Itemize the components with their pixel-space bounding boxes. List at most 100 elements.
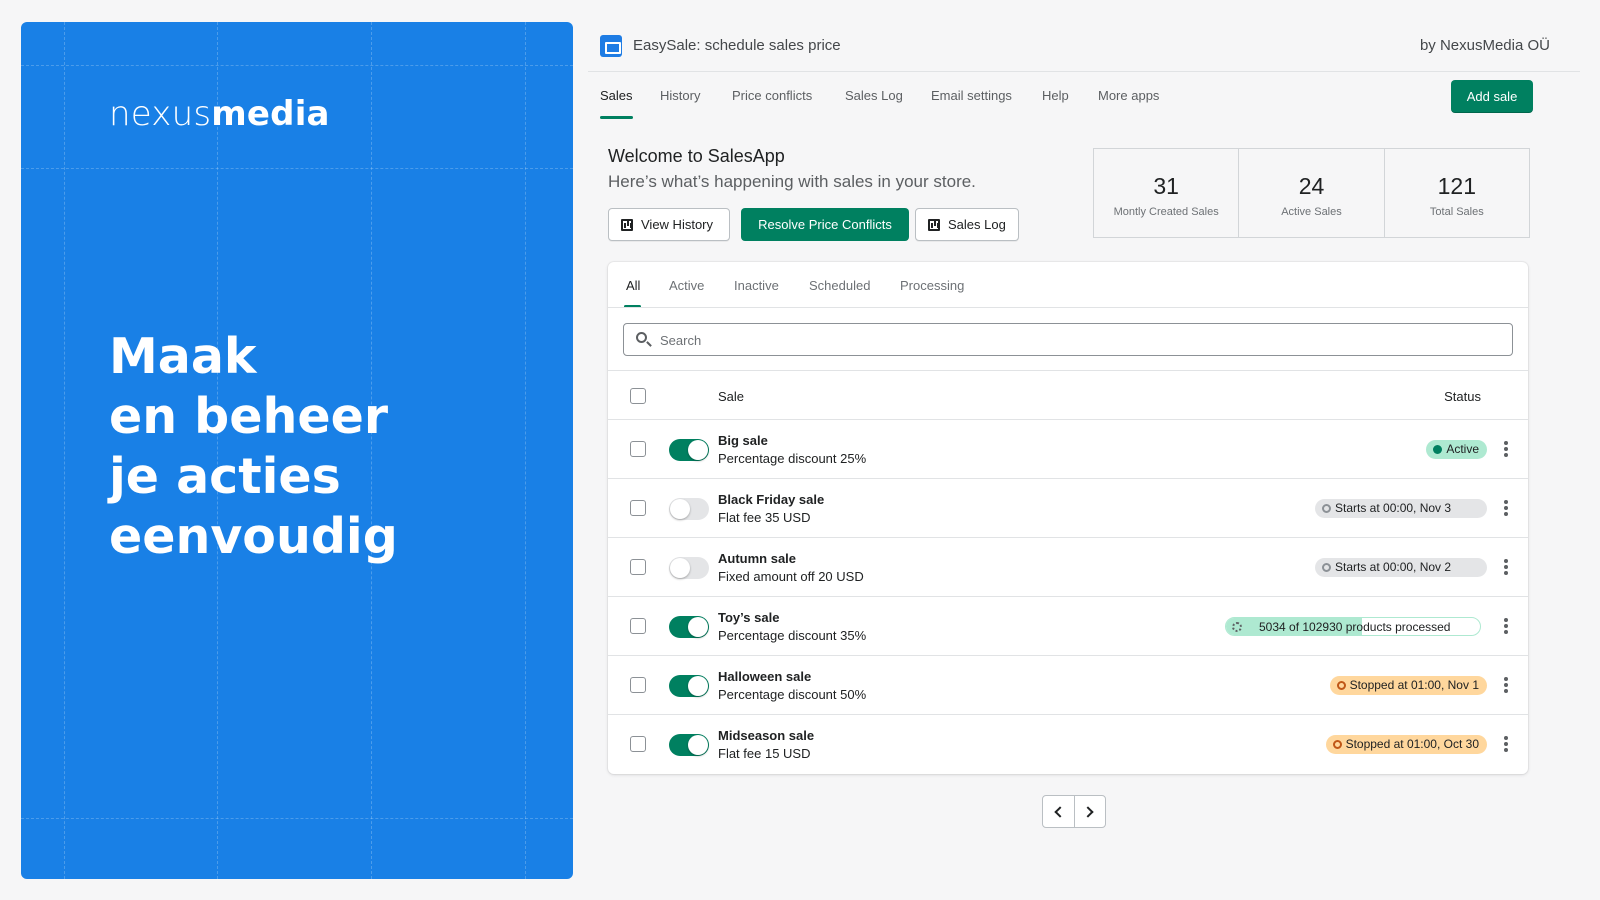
app-developer: by NexusMedia OÜ bbox=[1419, 37, 1550, 54]
sale-toggle[interactable] bbox=[669, 498, 709, 520]
grid-line bbox=[21, 818, 573, 819]
row-checkbox[interactable] bbox=[630, 677, 646, 693]
stat-label: Montly Created Sales bbox=[1113, 206, 1219, 218]
filter-tab-scheduled[interactable]: Scheduled bbox=[809, 278, 870, 293]
pagination bbox=[1042, 795, 1106, 828]
status-badge: Starts at 00:00, Nov 3 bbox=[1315, 499, 1487, 518]
stat-label: Total Sales bbox=[1429, 206, 1484, 218]
table-header: Sale Status bbox=[608, 370, 1528, 420]
sale-description: Percentage discount 50% bbox=[718, 687, 867, 702]
sale-title: Toy’s sale bbox=[718, 610, 780, 625]
app-header: EasySale: schedule sales price by NexusM… bbox=[588, 22, 1580, 72]
sale-toggle[interactable] bbox=[669, 616, 709, 638]
sales-log-button[interactable]: Sales Log bbox=[915, 208, 1019, 241]
table-row: Toy’s sale Percentage discount 35% 5034 … bbox=[608, 597, 1528, 656]
more-actions-icon[interactable] bbox=[1504, 441, 1508, 458]
table-row: Halloween sale Percentage discount 50% S… bbox=[608, 656, 1528, 715]
row-checkbox[interactable] bbox=[630, 559, 646, 575]
search-icon bbox=[636, 332, 647, 343]
filter-tab-processing[interactable]: Processing bbox=[900, 278, 964, 293]
sale-toggle[interactable] bbox=[669, 675, 709, 697]
sale-description: Fixed amount off 20 USD bbox=[718, 569, 864, 584]
sale-title: Black Friday sale bbox=[718, 492, 825, 507]
more-actions-icon[interactable] bbox=[1504, 500, 1508, 517]
previous-page-button[interactable] bbox=[1043, 796, 1075, 827]
app-title: EasySale: schedule sales price bbox=[633, 37, 841, 54]
add-sale-button[interactable]: Add sale bbox=[1451, 80, 1533, 113]
progress-text: 5034 of 102930 products processed bbox=[1259, 620, 1451, 634]
more-actions-icon[interactable] bbox=[1504, 559, 1508, 576]
grid-line bbox=[21, 65, 573, 66]
filter-tab-active[interactable]: Active bbox=[669, 278, 704, 293]
view-history-button[interactable]: View History bbox=[608, 208, 730, 241]
sale-description: Flat fee 35 USD bbox=[718, 510, 811, 525]
stat-monthly-created: 31 Montly Created Sales bbox=[1094, 149, 1240, 237]
status-badge: Stopped at 01:00, Oct 30 bbox=[1325, 735, 1487, 754]
select-all-checkbox[interactable] bbox=[630, 388, 646, 404]
stat-value: 24 bbox=[1298, 173, 1325, 199]
headline-line: en beheer bbox=[109, 388, 388, 445]
sale-toggle[interactable] bbox=[669, 557, 709, 579]
more-actions-icon[interactable] bbox=[1504, 618, 1508, 635]
chevron-left-icon bbox=[1054, 806, 1066, 818]
search-input[interactable]: Search bbox=[623, 323, 1513, 356]
stat-label: Active Sales bbox=[1281, 206, 1342, 218]
promo-panel: nexusmedia Maak en beheer je acties eenv… bbox=[21, 22, 573, 879]
sale-description: Percentage discount 35% bbox=[718, 628, 867, 643]
grid-line bbox=[525, 22, 526, 879]
stat-value: 121 bbox=[1437, 173, 1476, 199]
row-checkbox[interactable] bbox=[630, 500, 646, 516]
table-row: Big sale Percentage discount 25% Active bbox=[608, 420, 1528, 479]
main-nav: Sales History Price conflicts Sales Log … bbox=[588, 72, 1580, 120]
filter-tab-inactive[interactable]: Inactive bbox=[734, 278, 779, 293]
tab-help[interactable]: Help bbox=[1042, 88, 1069, 103]
more-actions-icon[interactable] bbox=[1504, 677, 1508, 694]
sale-toggle[interactable] bbox=[669, 439, 709, 461]
chart-icon bbox=[928, 219, 940, 231]
chart-icon bbox=[621, 219, 633, 231]
sale-toggle[interactable] bbox=[669, 734, 709, 756]
table-row: Midseason sale Flat fee 15 USD Stopped a… bbox=[608, 715, 1528, 774]
row-checkbox[interactable] bbox=[630, 618, 646, 634]
welcome-subtitle: Here’s what’s happening with sales in yo… bbox=[608, 172, 976, 191]
stat-total-sales: 121 Total Sales bbox=[1385, 149, 1529, 237]
column-header-sale: Sale bbox=[718, 389, 745, 404]
nexusmedia-logo: nexusmedia bbox=[109, 94, 330, 134]
tab-history[interactable]: History bbox=[660, 88, 700, 103]
sale-description: Percentage discount 25% bbox=[718, 451, 867, 466]
logo-bold-text: media bbox=[211, 94, 330, 134]
filter-tab-all[interactable]: All bbox=[626, 278, 640, 293]
next-page-button[interactable] bbox=[1075, 796, 1106, 827]
grid-line bbox=[64, 22, 65, 879]
column-header-status: Status bbox=[1444, 389, 1481, 404]
table-row: Black Friday sale Flat fee 35 USD Starts… bbox=[608, 479, 1528, 538]
status-badge: Active bbox=[1426, 440, 1487, 459]
headline-line: je acties bbox=[109, 448, 341, 505]
sale-title: Halloween sale bbox=[718, 669, 812, 684]
progress-badge: 5034 of 102930 products processed bbox=[1225, 617, 1481, 636]
headline-line: Maak bbox=[109, 328, 257, 385]
table-row: Autumn sale Fixed amount off 20 USD Star… bbox=[608, 538, 1528, 597]
chevron-right-icon bbox=[1081, 806, 1094, 818]
sales-card: All Active Inactive Scheduled Processing… bbox=[608, 262, 1528, 774]
row-checkbox[interactable] bbox=[630, 736, 646, 752]
stats-panel: 31 Montly Created Sales 24 Active Sales … bbox=[1093, 148, 1530, 238]
app-window: EasySale: schedule sales price by NexusM… bbox=[588, 22, 1580, 879]
resolve-price-conflicts-button[interactable]: Resolve Price Conflicts bbox=[741, 208, 909, 241]
tab-more-apps[interactable]: More apps bbox=[1098, 88, 1159, 103]
view-history-label: View History bbox=[641, 217, 714, 232]
sales-table-body: Big sale Percentage discount 25% Active … bbox=[608, 420, 1528, 774]
active-tab-indicator bbox=[600, 116, 633, 119]
tab-email-settings[interactable]: Email settings bbox=[931, 88, 1012, 103]
divider bbox=[608, 307, 1528, 308]
sale-title: Big sale bbox=[718, 433, 768, 448]
headline-line: eenvoudig bbox=[109, 508, 398, 565]
stat-value: 31 bbox=[1153, 173, 1179, 199]
row-checkbox[interactable] bbox=[630, 441, 646, 457]
more-actions-icon[interactable] bbox=[1504, 736, 1508, 753]
tab-sales-log[interactable]: Sales Log bbox=[845, 88, 903, 103]
tab-price-conflicts[interactable]: Price conflicts bbox=[732, 88, 812, 103]
promo-headline: Maak en beheer je acties eenvoudig bbox=[109, 327, 398, 567]
tab-sales[interactable]: Sales bbox=[600, 88, 633, 103]
sale-title: Midseason sale bbox=[718, 728, 815, 743]
